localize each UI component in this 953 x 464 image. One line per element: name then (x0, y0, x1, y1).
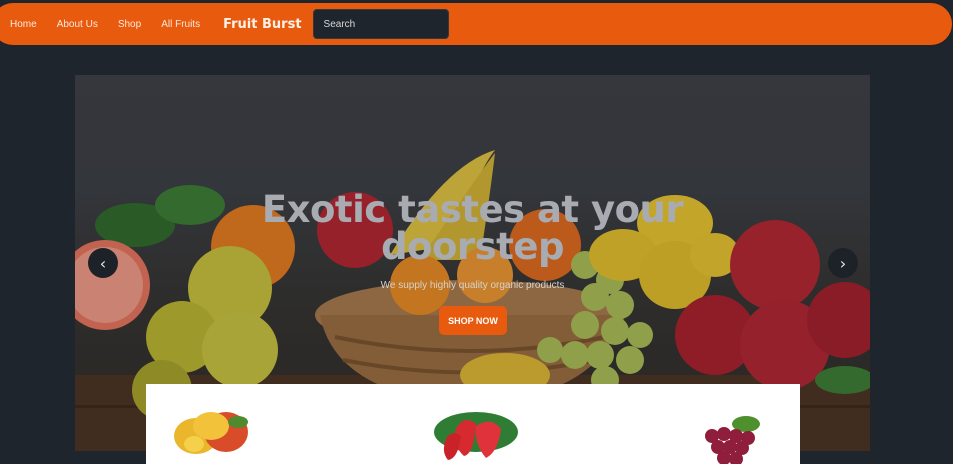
hero-title: Exotic tastes at your doorstep (261, 188, 684, 268)
search-input[interactable]: Search (312, 9, 449, 39)
chevron-left-icon[interactable]: ‹ (88, 248, 118, 278)
nav-link-all-fruits[interactable]: All Fruits (161, 19, 200, 30)
shop-now-button[interactable]: SHOP NOW (439, 306, 507, 335)
nav-link-home[interactable]: Home (10, 19, 37, 30)
brand-logo[interactable]: Fruit Burst (223, 17, 301, 32)
featured-fruits (146, 384, 800, 464)
chevron-right-icon[interactable]: › (828, 248, 858, 278)
navbar: Home About Us Shop All Fruits Fruit Burs… (0, 3, 952, 45)
nav-link-shop[interactable]: Shop (118, 19, 141, 30)
mango-image[interactable] (174, 412, 248, 454)
hero-subtitle: We supply highly quality organic product… (380, 280, 565, 291)
strawberry-image[interactable] (434, 412, 518, 460)
nav-link-about-us[interactable]: About Us (57, 19, 98, 30)
